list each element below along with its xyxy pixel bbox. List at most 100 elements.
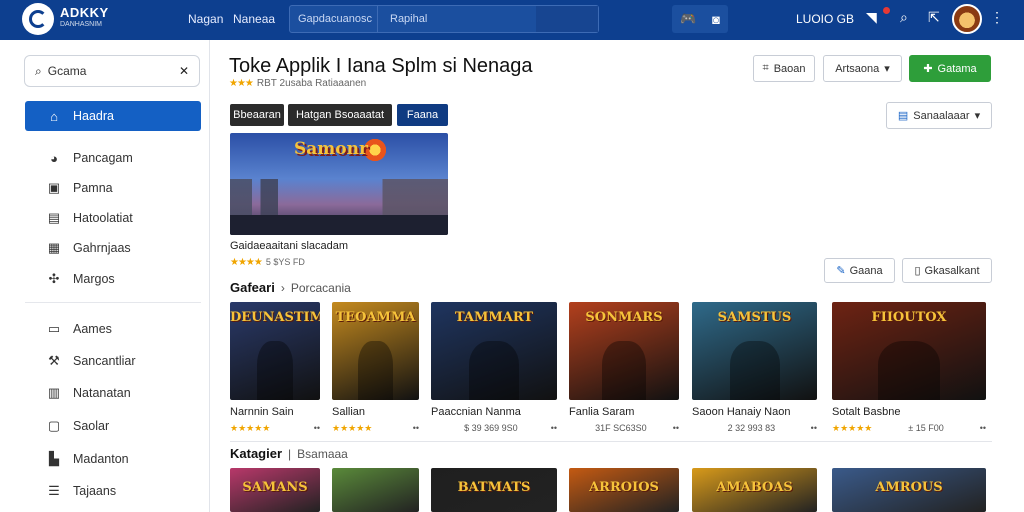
game-meta: 31F SC63S0 •• [569, 423, 679, 433]
sidebar-item-9[interactable]: ▥ Natanatan [25, 378, 201, 408]
more-horizontal-icon[interactable]: •• [314, 423, 320, 434]
gamepad-icon[interactable]: 🎮 [680, 11, 696, 27]
tab-3[interactable]: Faana [397, 104, 448, 126]
sidebar-item-12[interactable]: ☰ Tajaans [25, 476, 201, 506]
search-category-select[interactable]: Gapdacuanosc [290, 6, 378, 32]
sidebar-search-input[interactable]: Gcama [48, 64, 173, 78]
game-thumbnail[interactable]: SAMANS [230, 468, 320, 512]
avatar[interactable] [952, 4, 982, 34]
baoan-button[interactable]: ⌗ Baoan [753, 55, 815, 82]
sidebar-item-label: Saolar [73, 419, 110, 433]
sidebar-item-home[interactable]: ⌂ Haadra [25, 101, 201, 131]
more-horizontal-icon[interactable]: •• [811, 423, 817, 433]
sidebar-item-11[interactable]: ▙ Madanton [25, 444, 201, 474]
section-divider [230, 441, 992, 442]
brand-name: ADKKY [60, 5, 109, 20]
close-icon[interactable]: ✕ [179, 64, 189, 78]
sidebar-item-8[interactable]: ⚒ Sancantliar [25, 346, 201, 376]
nav-link-2[interactable]: Naneaa [233, 12, 275, 26]
more-horizontal-icon[interactable]: •• [673, 423, 679, 433]
game-card[interactable]: TAMMART Paaccnian Nanma $ 39 369 9S0 •• [431, 302, 557, 442]
sidebar-item-7[interactable]: ▭ Aames [25, 314, 201, 344]
controller-icon[interactable]: ◙ [712, 12, 720, 27]
sidebar-item-label: Margos [73, 272, 115, 286]
button-label: Gaana [849, 264, 883, 277]
filter-dropdown[interactable]: ▤ Sanaalaaar ▾ [886, 102, 992, 129]
grid-icon: ▦ [47, 240, 61, 255]
tab-1[interactable]: Bbeaaran [230, 104, 284, 126]
action-button-2[interactable]: ▯ Gkasalkant [902, 258, 992, 283]
tab-2[interactable]: Hatgan Bsoaaatat [288, 104, 392, 126]
sidebar-item-6[interactable]: ✣ Margos [25, 264, 201, 294]
hero-caption[interactable]: Gaidaeaaitani slacadam [230, 240, 348, 252]
hero-city-art [230, 179, 448, 217]
game-art-title: ARROIOS [589, 480, 659, 495]
game-thumbnail[interactable]: ARROIOS [569, 468, 679, 512]
sidebar-item-label: Haadra [73, 109, 114, 123]
more-vertical-icon[interactable]: ⋮ [990, 9, 1004, 26]
sidebar-item-3[interactable]: ▣ Pamna [25, 173, 201, 203]
sidebar-item-10[interactable]: ▢ Saolar [25, 411, 201, 441]
game-thumbnail[interactable]: AMABOAS [692, 468, 817, 512]
game-thumbnail[interactable]: SONMARS [569, 302, 679, 400]
top-search-button[interactable] [536, 6, 598, 32]
game-card[interactable]: SAMSTUS Saoon Hanaiy Naon 2 32 993 83 •• [692, 302, 817, 442]
game-thumbnail[interactable]: AMROUS [832, 468, 986, 512]
game-thumbnail[interactable]: DEUNASTIM [230, 302, 320, 400]
game-thumbnail[interactable]: FIIOUTOX [832, 302, 986, 400]
sidebar-item-4[interactable]: ▤ Hatoolatiat [25, 203, 201, 233]
user-name[interactable]: LUOIO GB [796, 12, 854, 26]
section-title-label: Gafeari [230, 280, 275, 295]
section-subtitle[interactable]: Porcacania [291, 281, 351, 295]
game-thumbnail[interactable]: TEOAMMA [332, 302, 419, 400]
more-horizontal-icon[interactable]: •• [551, 423, 557, 433]
section-subtitle[interactable]: Bsamaaa [297, 447, 348, 461]
game-rating-stars: ★★★★★ [332, 423, 373, 433]
share-icon[interactable]: ⇱ [928, 9, 940, 26]
search-icon[interactable]: ⌕ [900, 9, 908, 26]
page-rating: ★★★ RBT 2usaba Ratiaaanen [229, 78, 366, 89]
game-art-title: AMABOAS [716, 480, 793, 495]
primary-action-button[interactable]: ✚ Gatama [909, 55, 991, 82]
button-label: Gatama [937, 62, 977, 75]
game-name: Sallian [332, 406, 366, 418]
sidebar-item-5[interactable]: ▦ Gahrnjaas [25, 233, 201, 263]
nav-link-1[interactable]: Nagan [188, 12, 223, 26]
search-icon: ⌕ [35, 63, 42, 78]
megaphone-icon[interactable]: ◥ [866, 9, 877, 26]
game-thumbnail[interactable]: TAMMART [431, 302, 557, 400]
action-button-1[interactable]: ✎ Gaana [824, 258, 895, 283]
game-card[interactable]: SONMARS Fanlia Saram 31F SC63S0 •• [569, 302, 679, 442]
button-label: Gkasalkant [924, 264, 980, 277]
game-meta: ★★★★★ ± 15 F00 •• [832, 423, 986, 434]
game-character-art [257, 341, 293, 400]
game-thumbnail[interactable]: SAMSTUS [692, 302, 817, 400]
game-card[interactable]: TEOAMMA Sallian ★★★★★ •• [332, 302, 419, 442]
sort-dropdown[interactable]: Artsaona ▾ [823, 55, 902, 82]
game-character-art [468, 341, 520, 400]
top-search-bar[interactable]: Gapdacuanosc Rapihal [289, 5, 599, 33]
game-thumbnail[interactable] [332, 468, 419, 512]
game-card[interactable]: DEUNASTIM Narnnin Sain ★★★★★ •• [230, 302, 320, 442]
more-horizontal-icon[interactable]: •• [980, 423, 986, 434]
panel-icon: ▢ [47, 418, 61, 433]
game-character-art [729, 341, 780, 400]
game-card[interactable]: FIIOUTOX Sotalt Basbne ★★★★★ ± 15 F00 •• [832, 302, 986, 442]
logo-mark-icon [29, 10, 47, 28]
game-stats: ± 15 F00 [908, 423, 944, 433]
monitor-icon: ▭ [47, 321, 61, 336]
app-logo[interactable] [22, 3, 54, 35]
hero-title: Samonr [294, 139, 368, 159]
sidebar-item-2[interactable]: ◕ Pancagam [25, 143, 201, 173]
top-search-input[interactable]: Rapihal [378, 13, 536, 25]
button-label: Artsaona [835, 62, 880, 75]
sidebar-search[interactable]: ⌕ Gcama ✕ [24, 55, 200, 87]
game-rating-stars: ★★★★★ [832, 423, 873, 433]
more-horizontal-icon[interactable]: •• [413, 423, 419, 434]
game-thumbnail[interactable]: BATMATS [431, 468, 557, 512]
chevron-down-icon: ▾ [884, 63, 890, 75]
featured-game-banner[interactable]: Samonr [230, 133, 448, 235]
game-stats: 2 32 993 83 [727, 423, 776, 433]
game-art-title: AMROUS [875, 480, 943, 495]
section-title-label: Katagier [230, 446, 283, 461]
